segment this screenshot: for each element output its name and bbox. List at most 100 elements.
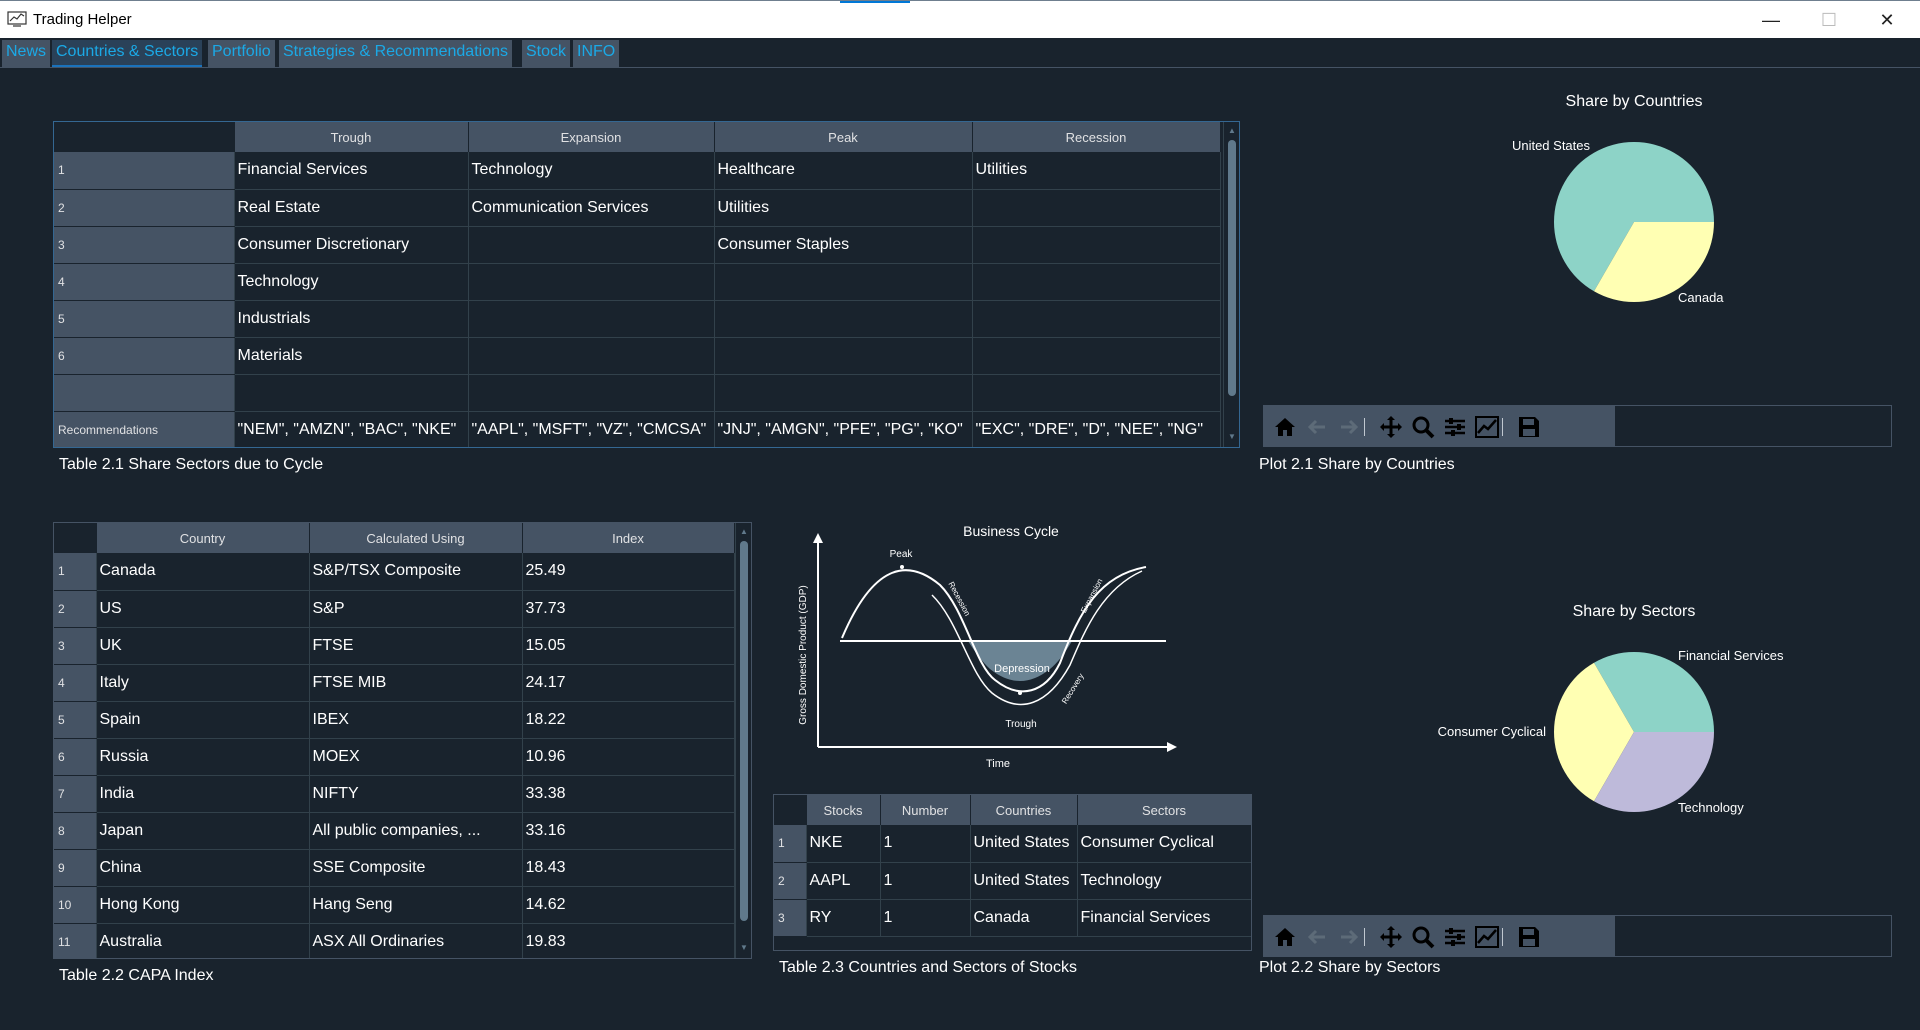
sector-cycle-table[interactable]: Trough Expansion Peak Recession 1 Financi… bbox=[53, 121, 1240, 448]
zoom-magnifier-icon[interactable] bbox=[1407, 411, 1439, 443]
table-cell[interactable]: Consumer Discretionary bbox=[234, 226, 469, 264]
table-cell[interactable]: "AAPL", "MSFT", "VZ", "CMCSA" bbox=[468, 411, 715, 447]
row-header[interactable]: 5 bbox=[54, 701, 97, 739]
table-cell[interactable]: United States bbox=[970, 825, 1078, 863]
scroll-down-icon[interactable]: ▼ bbox=[739, 943, 749, 953]
table-cell[interactable]: United States bbox=[970, 862, 1078, 900]
row-header[interactable]: 3 bbox=[54, 627, 97, 665]
table-cell[interactable]: Technology bbox=[234, 263, 469, 301]
table-cell[interactable]: India bbox=[96, 775, 310, 813]
table-corner[interactable] bbox=[54, 122, 235, 152]
table-cell[interactable]: Australia bbox=[96, 923, 310, 958]
table-cell[interactable]: 10.96 bbox=[522, 738, 735, 776]
table-cell[interactable] bbox=[714, 300, 973, 338]
row-header[interactable]: 6 bbox=[54, 337, 235, 375]
table-cell[interactable]: Real Estate bbox=[234, 189, 469, 227]
row-header[interactable]: 1 bbox=[54, 152, 235, 190]
table-cell[interactable] bbox=[468, 263, 715, 301]
table-cell[interactable]: Utilities bbox=[972, 152, 1221, 190]
table-cell[interactable]: "JNJ", "AMGN", "PFE", "PG", "KO" bbox=[714, 411, 973, 447]
table-cell[interactable]: Industrials bbox=[234, 300, 469, 338]
maximize-button[interactable]: ☐ bbox=[1806, 5, 1852, 35]
table-cell[interactable]: 24.17 bbox=[522, 664, 735, 702]
table-row[interactable]: 3 UK FTSE 15.05 bbox=[54, 627, 735, 665]
table-row[interactable]: Recommendations "NEM", "AMZN", "BAC", "NK… bbox=[54, 411, 1221, 447]
column-header[interactable]: Trough bbox=[234, 122, 469, 152]
table-cell[interactable]: ASX All Ordinaries bbox=[309, 923, 523, 958]
table-cell[interactable]: 18.22 bbox=[522, 701, 735, 739]
pan-move-icon[interactable] bbox=[1375, 921, 1407, 953]
table-cell[interactable] bbox=[468, 374, 715, 412]
table-cell[interactable]: Canada bbox=[96, 553, 310, 591]
table-cell[interactable]: 33.38 bbox=[522, 775, 735, 813]
row-header[interactable]: 10 bbox=[54, 886, 97, 924]
table-cell[interactable]: FTSE bbox=[309, 627, 523, 665]
row-header[interactable]: 2 bbox=[774, 862, 807, 900]
table-cell[interactable] bbox=[972, 374, 1221, 412]
table-cell[interactable] bbox=[234, 374, 469, 412]
table-cell[interactable]: Canada bbox=[970, 899, 1078, 937]
table-row[interactable]: 3 Consumer Discretionary Consumer Staples bbox=[54, 226, 1221, 264]
table-cell[interactable]: Healthcare bbox=[714, 152, 973, 190]
row-header[interactable]: 8 bbox=[54, 812, 97, 850]
row-header[interactable]: 9 bbox=[54, 849, 97, 887]
table-cell[interactable]: Materials bbox=[234, 337, 469, 375]
table-row[interactable]: 2 Real Estate Communication Services Utilit… bbox=[54, 189, 1221, 227]
table-cell[interactable]: China bbox=[96, 849, 310, 887]
minimize-button[interactable]: — bbox=[1748, 5, 1794, 35]
row-header[interactable]: 4 bbox=[54, 664, 97, 702]
table-cell[interactable]: S&P/TSX Composite bbox=[309, 553, 523, 591]
table-row[interactable]: 4 Italy FTSE MIB 24.17 bbox=[54, 664, 735, 702]
tab-strategies-recommendations[interactable]: Strategies & Recommendations bbox=[279, 40, 512, 67]
table-cell[interactable]: 15.05 bbox=[522, 627, 735, 665]
table-cell[interactable] bbox=[468, 300, 715, 338]
scrollbar-thumb[interactable] bbox=[740, 541, 748, 921]
capa-index-table[interactable]: Country Calculated Using Index 1 Canada S&… bbox=[53, 522, 752, 959]
table-cell[interactable]: "EXC", "DRE", "D", "NEE", "NG" bbox=[972, 411, 1221, 447]
stocks-table[interactable]: Stocks Number Countries Sectors 1 NKE 1 Uni… bbox=[773, 794, 1252, 951]
row-header[interactable]: 6 bbox=[54, 738, 97, 776]
table-cell[interactable]: Hong Kong bbox=[96, 886, 310, 924]
row-header[interactable]: 1 bbox=[54, 553, 97, 591]
row-header[interactable]: 5 bbox=[54, 300, 235, 338]
table-cell[interactable]: 19.83 bbox=[522, 923, 735, 958]
vertical-scrollbar[interactable]: ▲ ▼ bbox=[1223, 122, 1239, 447]
table-cell[interactable] bbox=[714, 374, 973, 412]
row-header[interactable]: 1 bbox=[774, 825, 807, 863]
back-arrow-icon[interactable] bbox=[1301, 921, 1333, 953]
row-header[interactable]: 2 bbox=[54, 590, 97, 628]
table-cell[interactable]: Financial Services bbox=[234, 152, 469, 190]
pan-move-icon[interactable] bbox=[1375, 411, 1407, 443]
table-cell[interactable]: AAPL bbox=[806, 862, 881, 900]
table-cell[interactable]: Hang Seng bbox=[309, 886, 523, 924]
table-row[interactable]: 10 Hong Kong Hang Seng 14.62 bbox=[54, 886, 735, 924]
table-corner[interactable] bbox=[774, 795, 807, 825]
column-header[interactable]: Index bbox=[522, 523, 735, 553]
table-row[interactable]: 5 Industrials bbox=[54, 300, 1221, 338]
column-header[interactable]: Calculated Using bbox=[309, 523, 523, 553]
table-cell[interactable]: 37.73 bbox=[522, 590, 735, 628]
table-cell[interactable]: Consumer Cyclical bbox=[1077, 825, 1251, 863]
table-cell[interactable]: US bbox=[96, 590, 310, 628]
table-cell[interactable] bbox=[468, 226, 715, 264]
forward-arrow-icon[interactable] bbox=[1333, 921, 1365, 953]
tab-portfolio[interactable]: Portfolio bbox=[208, 40, 275, 67]
tab-news[interactable]: News bbox=[2, 40, 51, 67]
row-header[interactable]: 4 bbox=[54, 263, 235, 301]
table-cell[interactable]: Communication Services bbox=[468, 189, 715, 227]
close-button[interactable]: ✕ bbox=[1864, 5, 1910, 35]
table-cell[interactable]: 18.43 bbox=[522, 849, 735, 887]
table-cell[interactable]: Financial Services bbox=[1077, 899, 1251, 937]
table-cell[interactable]: 25.49 bbox=[522, 553, 735, 591]
tab-countries-sectors[interactable]: Countries & Sectors bbox=[52, 40, 203, 67]
scrollbar-thumb[interactable] bbox=[1228, 140, 1236, 396]
table-row[interactable] bbox=[54, 374, 1221, 412]
table-row[interactable]: 7 India NIFTY 33.38 bbox=[54, 775, 735, 813]
table-row[interactable]: 6 Materials bbox=[54, 337, 1221, 375]
table-cell[interactable]: UK bbox=[96, 627, 310, 665]
table-cell[interactable]: All public companies, ... bbox=[309, 812, 523, 850]
column-header[interactable]: Stocks bbox=[806, 795, 881, 825]
home-icon[interactable] bbox=[1269, 411, 1301, 443]
row-header[interactable]: 7 bbox=[54, 775, 97, 813]
configure-subplots-icon[interactable] bbox=[1439, 921, 1471, 953]
